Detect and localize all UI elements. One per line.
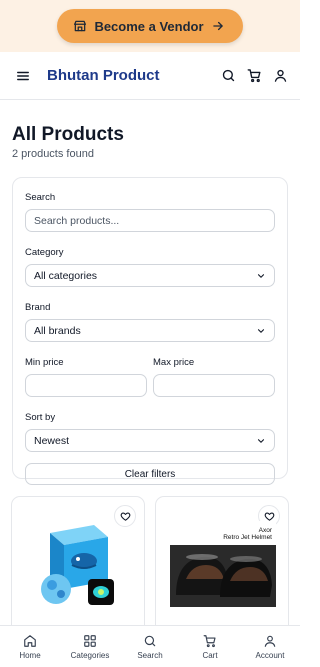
category-select[interactable]: All categories	[25, 264, 275, 287]
brand-select[interactable]: All brands	[25, 319, 275, 342]
page-title: All Products	[12, 124, 124, 145]
menu-icon[interactable]	[16, 69, 30, 83]
cart-icon	[203, 634, 216, 647]
min-price-input[interactable]	[25, 374, 147, 397]
store-icon	[74, 20, 87, 32]
clear-filters-button[interactable]: Clear filters	[25, 463, 275, 485]
helmet-model-caption: Retro Jet Helmet	[223, 534, 272, 541]
tab-search[interactable]: Search	[120, 626, 180, 667]
product-card[interactable]	[11, 496, 145, 646]
min-price-label: Min price	[25, 357, 64, 368]
home-icon	[24, 634, 36, 647]
promo-banner: Become a Vendor	[0, 0, 300, 52]
product-grid: Axor Retro Jet Helmet	[11, 496, 289, 646]
brand-value: All brands	[34, 324, 81, 337]
tab-account[interactable]: Account	[240, 626, 300, 667]
chevron-down-icon	[257, 273, 265, 278]
chevron-down-icon	[257, 328, 265, 333]
helmet-brand-caption: Axor	[259, 527, 273, 534]
cart-icon[interactable]	[247, 68, 262, 83]
max-price-label: Max price	[153, 357, 195, 368]
brand-label: Brand	[25, 302, 51, 313]
tab-cart[interactable]: Cart	[180, 626, 240, 667]
product-card[interactable]: Axor Retro Jet Helmet	[155, 496, 289, 646]
tab-home[interactable]: Home	[0, 626, 60, 667]
tab-categories[interactable]: Categories	[60, 626, 120, 667]
app-header: Bhutan Product	[0, 52, 300, 100]
sort-select[interactable]: Newest	[25, 429, 275, 452]
category-value: All categories	[34, 269, 98, 282]
brand-logo[interactable]: Bhutan Product	[47, 67, 221, 84]
helmet-image: Axor Retro Jet Helmet	[170, 521, 276, 607]
search-icon[interactable]	[221, 68, 236, 83]
sort-value: Newest	[34, 434, 70, 447]
bottom-tab-bar: Home Categories Search Cart Account	[0, 625, 300, 667]
tab-categories-label: Categories	[70, 650, 110, 660]
tab-search-label: Search	[137, 650, 163, 660]
max-price-input[interactable]	[153, 374, 275, 397]
filters-panel: Search Search products... Category All c…	[12, 177, 288, 485]
product-count: 2 products found	[12, 148, 94, 160]
grid-icon	[84, 634, 96, 647]
search-placeholder: Search products...	[34, 214, 120, 227]
chevron-down-icon	[257, 438, 265, 443]
become-vendor-button[interactable]: Become a Vendor	[57, 9, 243, 43]
search-icon	[144, 635, 156, 646]
become-vendor-label: Become a Vendor	[94, 18, 204, 34]
blue-cube-toy-image	[41, 525, 114, 605]
user-icon[interactable]	[273, 68, 288, 83]
category-label: Category	[25, 247, 64, 258]
tab-home-label: Home	[19, 650, 41, 660]
tab-account-label: Account	[255, 650, 285, 660]
user-icon	[264, 635, 276, 647]
sort-label: Sort by	[25, 412, 56, 423]
search-input[interactable]: Search products...	[25, 209, 275, 232]
page: Become a Vendor Bhutan Product All Produ…	[0, 0, 300, 667]
arrow-right-icon	[212, 21, 223, 31]
search-label: Search	[25, 192, 56, 203]
tab-cart-label: Cart	[202, 650, 218, 660]
